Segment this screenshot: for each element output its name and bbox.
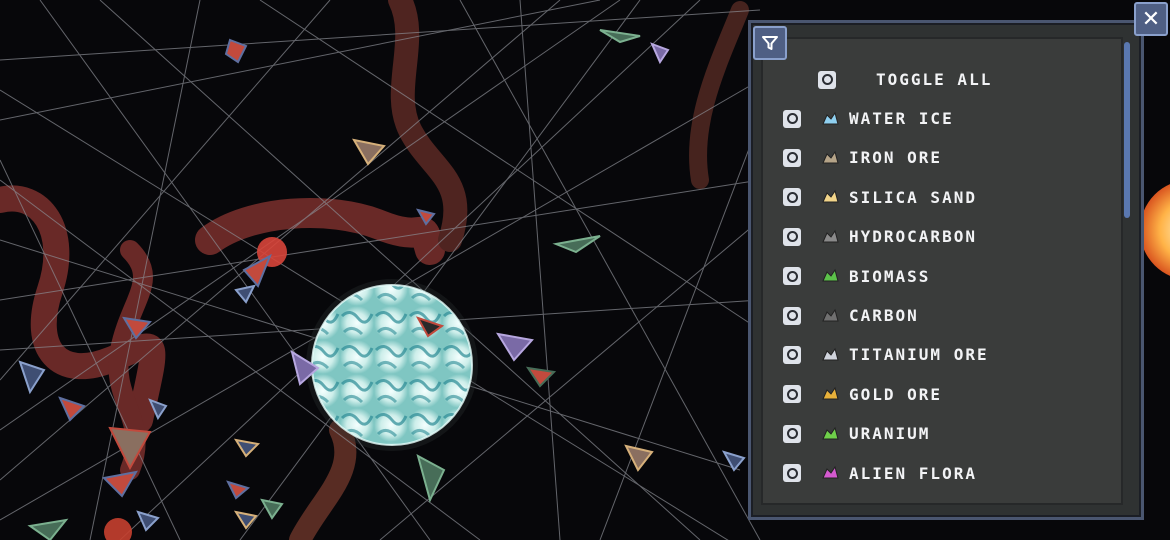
resource-checkbox[interactable] (783, 227, 801, 246)
resource-row[interactable]: URANIUM (763, 414, 1103, 453)
resource-checkbox[interactable] (783, 345, 801, 364)
resource-label: GOLD ORE (849, 384, 943, 404)
close-icon: ✕ (1141, 6, 1161, 32)
gold-ore-icon (819, 384, 841, 404)
resource-row[interactable]: HYDROCARBON (763, 217, 1103, 256)
biomass-icon (819, 266, 841, 286)
resource-label: POTABLE WATER (849, 503, 1000, 505)
iron-ore-icon (819, 148, 841, 168)
resource-checkbox[interactable] (783, 504, 801, 506)
resource-row[interactable]: TITANIUM ORE (763, 335, 1103, 374)
resource-checkbox[interactable] (783, 148, 801, 167)
resource-row[interactable]: CARBON (763, 296, 1103, 335)
resource-checkbox[interactable] (783, 385, 801, 404)
resource-row[interactable]: SILICA SAND (763, 178, 1103, 217)
titanium-ore-icon (819, 345, 841, 365)
resource-label: ALIEN FLORA (849, 463, 977, 483)
toggle-all-checkbox[interactable] (818, 70, 836, 89)
alien-flora-icon (819, 463, 841, 483)
resource-checkbox[interactable] (783, 424, 801, 443)
resource-label: BIOMASS (849, 266, 931, 286)
resource-row[interactable]: ALIEN FLORA (763, 454, 1103, 493)
resource-label: IRON ORE (849, 148, 943, 168)
funnel-icon (762, 36, 778, 50)
resource-label: CARBON (849, 306, 919, 325)
resource-label: TITANIUM ORE (849, 345, 989, 365)
carbon-icon (819, 306, 841, 326)
resource-row[interactable]: BIOMASS (763, 257, 1103, 296)
silica-sand-icon (819, 187, 841, 207)
resource-label: SILICA SAND (849, 187, 977, 207)
close-button[interactable]: ✕ (1134, 2, 1168, 36)
resource-label: HYDROCARBON (849, 227, 977, 247)
toggle-all-label: TOGGLE ALL (876, 70, 993, 89)
resource-row[interactable]: POTABLE WATER (763, 493, 1103, 506)
central-star (306, 279, 478, 451)
resource-row[interactable]: IRON ORE (763, 138, 1103, 177)
resource-list-scrollbar[interactable] (1124, 42, 1130, 218)
filter-button[interactable] (753, 26, 787, 60)
resource-filter-panel: TOGGLE ALL WATER ICE IRON ORE SILICA SAND H… (748, 20, 1144, 520)
resource-list[interactable]: TOGGLE ALL WATER ICE IRON ORE SILICA SAND H… (761, 37, 1123, 505)
resource-checkbox[interactable] (783, 267, 801, 286)
resource-checkbox[interactable] (783, 464, 801, 483)
hydrocarbon-icon (819, 227, 841, 247)
resource-checkbox[interactable] (783, 109, 801, 128)
resource-checkbox[interactable] (783, 188, 801, 207)
toggle-all-row[interactable]: TOGGLE ALL (763, 60, 1103, 99)
potable-water-icon (819, 503, 841, 504)
resource-checkbox[interactable] (783, 306, 801, 325)
resource-row[interactable]: GOLD ORE (763, 375, 1103, 414)
resource-label: URANIUM (849, 424, 931, 444)
water-ice-icon (819, 109, 841, 129)
resource-label: WATER ICE (849, 109, 954, 128)
uranium-icon (819, 424, 841, 444)
resource-row[interactable]: WATER ICE (763, 99, 1103, 138)
